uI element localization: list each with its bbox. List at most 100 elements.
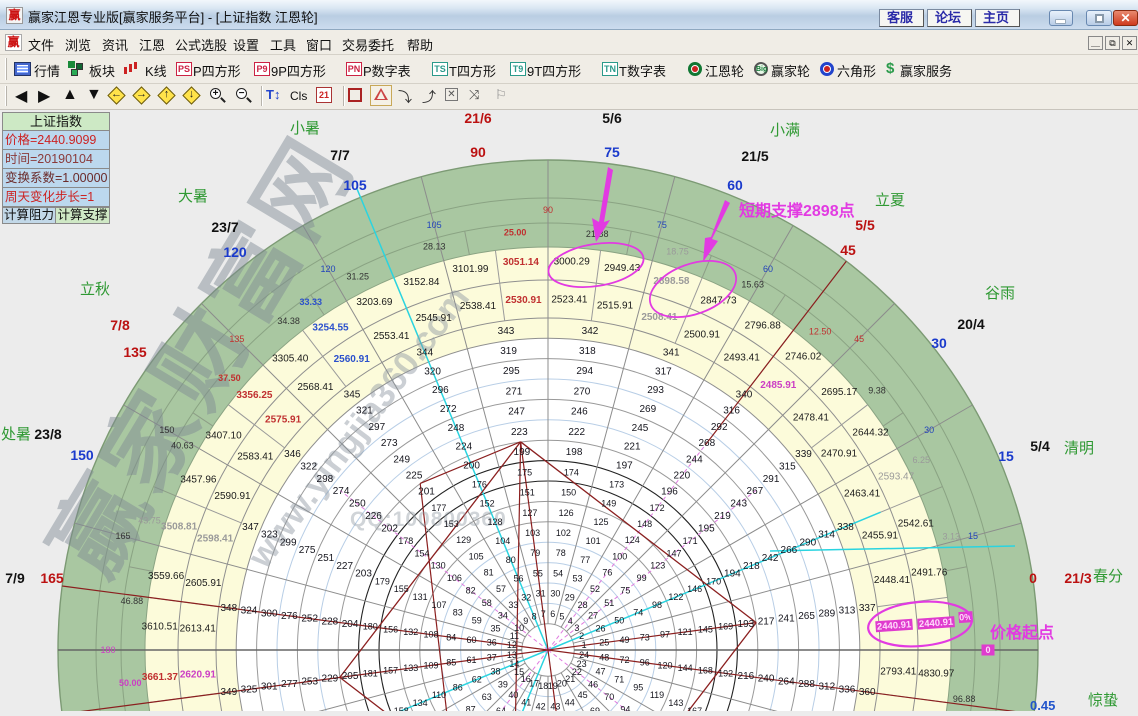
svg-text:2796.88: 2796.88 <box>745 321 782 332</box>
svg-text:48: 48 <box>599 652 609 662</box>
svg-text:24: 24 <box>579 650 589 660</box>
svg-text:31: 31 <box>536 589 546 599</box>
svg-text:157: 157 <box>383 666 398 676</box>
svg-text:181: 181 <box>363 668 378 678</box>
svg-text:4: 4 <box>568 616 573 626</box>
svg-text:3356.25: 3356.25 <box>236 390 273 401</box>
svg-text:196: 196 <box>661 487 678 498</box>
svg-text:2455.91: 2455.91 <box>862 531 899 542</box>
svg-text:23: 23 <box>577 659 587 669</box>
svg-text:99: 99 <box>637 573 647 583</box>
svg-text:36: 36 <box>487 638 497 648</box>
svg-text:216: 216 <box>738 671 755 682</box>
svg-text:321: 321 <box>356 406 373 417</box>
svg-text:98: 98 <box>652 600 662 610</box>
svg-text:2485.91: 2485.91 <box>760 380 797 391</box>
svg-text:惊蛰: 惊蛰 <box>1088 692 1118 709</box>
svg-text:314: 314 <box>818 530 835 541</box>
svg-text:41: 41 <box>521 698 531 708</box>
svg-text:222: 222 <box>568 427 585 438</box>
svg-text:15: 15 <box>998 448 1014 464</box>
svg-text:25: 25 <box>599 638 609 648</box>
svg-text:323: 323 <box>261 530 278 541</box>
svg-text:180: 180 <box>100 645 115 655</box>
svg-text:297: 297 <box>368 422 385 433</box>
svg-text:85: 85 <box>446 658 456 668</box>
svg-text:324: 324 <box>241 606 258 617</box>
svg-text:246: 246 <box>571 407 588 418</box>
svg-text:240: 240 <box>758 674 775 685</box>
svg-text:267: 267 <box>747 486 764 497</box>
svg-text:2463.41: 2463.41 <box>844 488 881 499</box>
svg-text:75: 75 <box>604 144 620 160</box>
svg-text:339: 339 <box>795 449 812 460</box>
svg-text:272: 272 <box>440 404 457 415</box>
svg-text:73: 73 <box>640 632 650 642</box>
svg-text:319: 319 <box>500 346 517 357</box>
svg-text:290: 290 <box>799 537 816 548</box>
svg-text:165: 165 <box>115 531 130 541</box>
svg-text:57: 57 <box>496 584 506 594</box>
svg-text:90: 90 <box>470 144 486 160</box>
svg-text:126: 126 <box>559 508 574 518</box>
svg-text:3101.99: 3101.99 <box>452 264 489 275</box>
svg-text:45: 45 <box>840 242 856 258</box>
svg-text:8: 8 <box>532 611 537 621</box>
svg-text:225: 225 <box>406 471 423 482</box>
svg-text:小满: 小满 <box>770 122 800 139</box>
svg-text:63: 63 <box>482 692 492 702</box>
svg-text:0: 0 <box>985 645 990 655</box>
svg-text:33: 33 <box>508 600 518 610</box>
svg-text:1: 1 <box>582 640 587 650</box>
svg-text:58: 58 <box>482 598 492 608</box>
svg-text:3051.14: 3051.14 <box>503 257 540 268</box>
svg-text:29: 29 <box>565 593 575 603</box>
svg-text:4830.97: 4830.97 <box>918 669 955 680</box>
svg-text:43: 43 <box>550 701 560 711</box>
svg-text:248: 248 <box>448 423 465 434</box>
svg-text:120: 120 <box>223 244 247 260</box>
svg-text:2575.91: 2575.91 <box>265 415 302 426</box>
svg-text:219: 219 <box>714 511 731 522</box>
svg-text:81: 81 <box>484 568 494 578</box>
svg-text:28: 28 <box>578 600 588 610</box>
svg-text:7/7: 7/7 <box>330 147 350 163</box>
svg-text:313: 313 <box>839 606 856 617</box>
svg-text:94: 94 <box>620 704 630 711</box>
svg-text:78: 78 <box>556 548 566 558</box>
svg-text:120: 120 <box>320 264 335 274</box>
svg-text:150: 150 <box>159 425 174 435</box>
svg-text:294: 294 <box>576 366 593 377</box>
svg-text:43.75: 43.75 <box>138 516 161 526</box>
svg-text:45: 45 <box>854 334 864 344</box>
svg-text:3254.55: 3254.55 <box>312 323 349 334</box>
svg-text:221: 221 <box>624 442 641 453</box>
svg-text:300: 300 <box>261 608 278 619</box>
svg-text:7/8: 7/8 <box>110 317 130 333</box>
svg-text:21/3: 21/3 <box>1064 570 1091 586</box>
svg-text:125: 125 <box>593 517 608 527</box>
svg-text:7: 7 <box>541 609 546 619</box>
svg-text:122: 122 <box>668 592 683 602</box>
svg-text:23/8: 23/8 <box>34 426 61 442</box>
svg-text:169: 169 <box>718 622 733 632</box>
svg-text:5: 5 <box>559 611 564 621</box>
svg-text:60: 60 <box>763 264 773 274</box>
svg-text:6: 6 <box>550 609 555 619</box>
svg-text:32: 32 <box>521 593 531 603</box>
svg-text:45: 45 <box>578 690 588 700</box>
svg-text:2568.41: 2568.41 <box>297 382 334 393</box>
svg-text:312: 312 <box>818 682 835 693</box>
svg-text:31.25: 31.25 <box>347 272 370 282</box>
svg-text:148: 148 <box>637 519 652 529</box>
svg-text:154: 154 <box>414 548 429 558</box>
svg-text:199: 199 <box>514 447 531 458</box>
svg-text:55: 55 <box>533 569 543 579</box>
svg-text:288: 288 <box>798 679 815 690</box>
svg-text:28.13: 28.13 <box>423 242 446 252</box>
svg-text:大暑: 大暑 <box>178 188 208 205</box>
svg-text:5/5: 5/5 <box>855 217 875 233</box>
svg-text:249: 249 <box>393 454 410 465</box>
svg-text:107: 107 <box>431 600 446 610</box>
svg-text:小暑: 小暑 <box>290 120 320 137</box>
